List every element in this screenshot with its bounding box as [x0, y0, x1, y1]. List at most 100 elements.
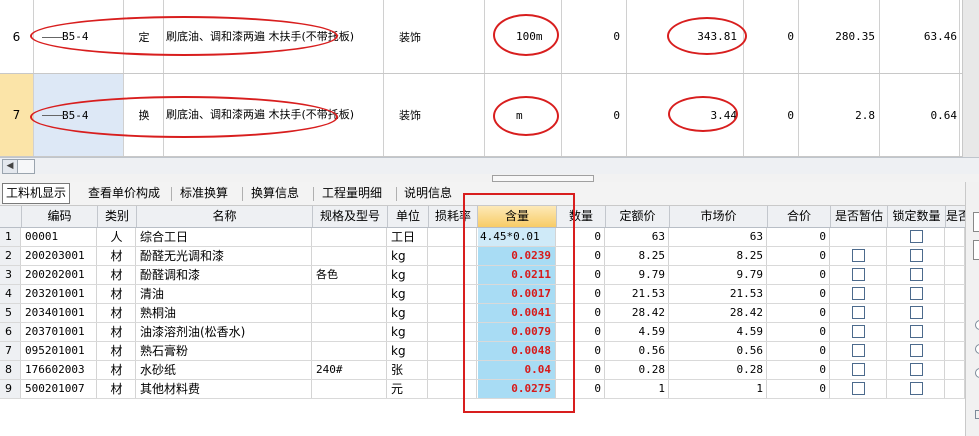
checkbox-icon[interactable]	[852, 343, 865, 357]
row-number[interactable]: 9	[0, 380, 21, 398]
item-loss-rate[interactable]	[429, 247, 477, 265]
lock-checkbox[interactable]	[888, 380, 945, 398]
item-total[interactable]: 0	[768, 323, 830, 341]
item-unit[interactable]: kg	[388, 323, 428, 341]
item-quantity[interactable]: 0	[557, 228, 605, 246]
table-row[interactable]: 7 095201001 材熟石膏粉 kg 0.0048 0 0.56 0.56 0	[0, 342, 965, 361]
item-code[interactable]: 203701001	[22, 323, 97, 341]
col-spec[interactable]: 规格及型号	[313, 206, 388, 227]
item-spec[interactable]	[313, 285, 387, 303]
quota-unit[interactable]: m	[486, 74, 562, 156]
checkbox-icon[interactable]	[909, 343, 923, 357]
checkbox-icon[interactable]	[975, 410, 979, 419]
item-content-qty[interactable]: 0.0239	[478, 247, 556, 265]
estimate-checkbox[interactable]	[831, 266, 887, 284]
item-name[interactable]: 油漆溶剂油(松香水)	[137, 323, 312, 341]
estimate-checkbox[interactable]	[831, 228, 887, 246]
extra-cell[interactable]	[946, 266, 965, 284]
estimate-checkbox[interactable]	[831, 247, 887, 265]
quota-row-7[interactable]: 7 B5-4 换 刷底油、调和漆两遍 木扶手(不带托板) 装饰 m 0 3.44…	[0, 74, 979, 157]
item-unit[interactable]: 工日	[388, 228, 428, 246]
radio-icon[interactable]	[975, 320, 979, 330]
lock-checkbox[interactable]	[888, 342, 945, 360]
checkbox-icon[interactable]	[852, 362, 865, 376]
col-name[interactable]: 名称	[137, 206, 313, 227]
quota-value-2[interactable]: 3.44	[628, 74, 744, 156]
item-category[interactable]: 材	[98, 304, 136, 322]
item-name[interactable]: 清油	[137, 285, 312, 303]
lock-checkbox[interactable]	[888, 228, 945, 246]
item-quantity[interactable]: 0	[557, 266, 605, 284]
item-code[interactable]: 200203001	[22, 247, 97, 265]
item-category[interactable]: 材	[98, 342, 136, 360]
checkbox-icon[interactable]	[909, 286, 923, 300]
quota-value-3[interactable]: 0	[745, 0, 799, 73]
item-quota-price[interactable]: 63	[606, 228, 669, 246]
item-market-price[interactable]: 21.53	[670, 285, 767, 303]
tab-description[interactable]: 说明信息	[401, 184, 455, 203]
quota-name[interactable]: 刷底油、调和漆两遍 木扶手(不带托板)	[164, 0, 384, 73]
lock-checkbox[interactable]	[888, 266, 945, 284]
row-number[interactable]: 1	[0, 228, 21, 246]
item-quantity[interactable]: 0	[557, 361, 605, 379]
quota-unit[interactable]: 100m	[486, 0, 562, 73]
item-quota-price[interactable]: 9.79	[606, 266, 669, 284]
item-category[interactable]: 人	[98, 228, 136, 246]
extra-cell[interactable]	[946, 323, 965, 341]
extra-cell[interactable]	[946, 304, 965, 322]
splitter-grip[interactable]	[492, 175, 594, 182]
horizontal-scrollbar[interactable]: ◀	[0, 157, 979, 175]
item-code[interactable]: 176602003	[22, 361, 97, 379]
lock-checkbox[interactable]	[888, 247, 945, 265]
quota-value-5[interactable]: 0.64	[881, 74, 960, 156]
item-spec[interactable]	[313, 342, 387, 360]
quota-value-1[interactable]: 0	[563, 74, 627, 156]
estimate-checkbox[interactable]	[831, 285, 887, 303]
extra-cell[interactable]	[946, 342, 965, 360]
item-content-qty[interactable]: 0.0211	[478, 266, 556, 284]
item-content-qty[interactable]: 0.04	[478, 361, 556, 379]
table-row[interactable]: 2 200203001 材酚醛无光调和漆 kg 0.0239 0 8.25 8.25 0	[0, 247, 965, 266]
item-quantity[interactable]: 0	[557, 323, 605, 341]
item-spec[interactable]	[313, 228, 387, 246]
item-loss-rate[interactable]	[429, 342, 477, 360]
col-category[interactable]: 类别	[98, 206, 137, 227]
col-total[interactable]: 合价	[768, 206, 831, 227]
extra-cell[interactable]	[946, 380, 965, 398]
item-unit[interactable]: 张	[388, 361, 428, 379]
quota-specialty[interactable]: 装饰	[385, 74, 485, 156]
item-category[interactable]: 材	[98, 323, 136, 341]
col-quantity[interactable]: 数量	[557, 206, 606, 227]
checkbox-icon[interactable]	[909, 267, 923, 281]
col-code[interactable]: 编码	[22, 206, 98, 227]
item-code[interactable]: 203401001	[22, 304, 97, 322]
quota-type[interactable]: 定	[125, 0, 164, 73]
radio-icon[interactable]	[975, 368, 979, 378]
item-category[interactable]: 材	[98, 361, 136, 379]
table-row[interactable]: 5 203401001 材熟桐油 kg 0.0041 0 28.42 28.42 0	[0, 304, 965, 323]
item-total[interactable]: 0	[768, 304, 830, 322]
item-loss-rate[interactable]	[429, 361, 477, 379]
estimate-checkbox[interactable]	[831, 380, 887, 398]
checkbox-icon[interactable]	[852, 248, 865, 262]
item-category[interactable]: 材	[98, 266, 136, 284]
estimate-checkbox[interactable]	[831, 342, 887, 360]
row-number[interactable]: 7	[0, 74, 34, 156]
row-number[interactable]: 6	[0, 0, 34, 73]
item-loss-rate[interactable]	[429, 266, 477, 284]
item-total[interactable]: 0	[768, 342, 830, 360]
item-unit[interactable]: kg	[388, 266, 428, 284]
col-loss-rate[interactable]: 损耗率	[429, 206, 478, 227]
table-row[interactable]: 8 176602003 材水砂纸 240# 张 0.04 0 0.28 0.28 0	[0, 361, 965, 380]
item-content-qty[interactable]: 0.0275	[478, 380, 556, 398]
table-row[interactable]: 1 00001 人综合工日 工日 4.45*0.01 0 63 63 0	[0, 228, 965, 247]
item-total[interactable]: 0	[768, 361, 830, 379]
checkbox-icon[interactable]	[909, 229, 923, 243]
item-code[interactable]: 200202001	[22, 266, 97, 284]
quota-value-5[interactable]: 63.46	[881, 0, 960, 73]
item-name[interactable]: 综合工日	[137, 228, 312, 246]
quota-code-cell[interactable]: B5-4	[34, 74, 124, 156]
lock-checkbox[interactable]	[888, 361, 945, 379]
estimate-checkbox[interactable]	[831, 323, 887, 341]
quota-value-2[interactable]: 343.81	[628, 0, 744, 73]
